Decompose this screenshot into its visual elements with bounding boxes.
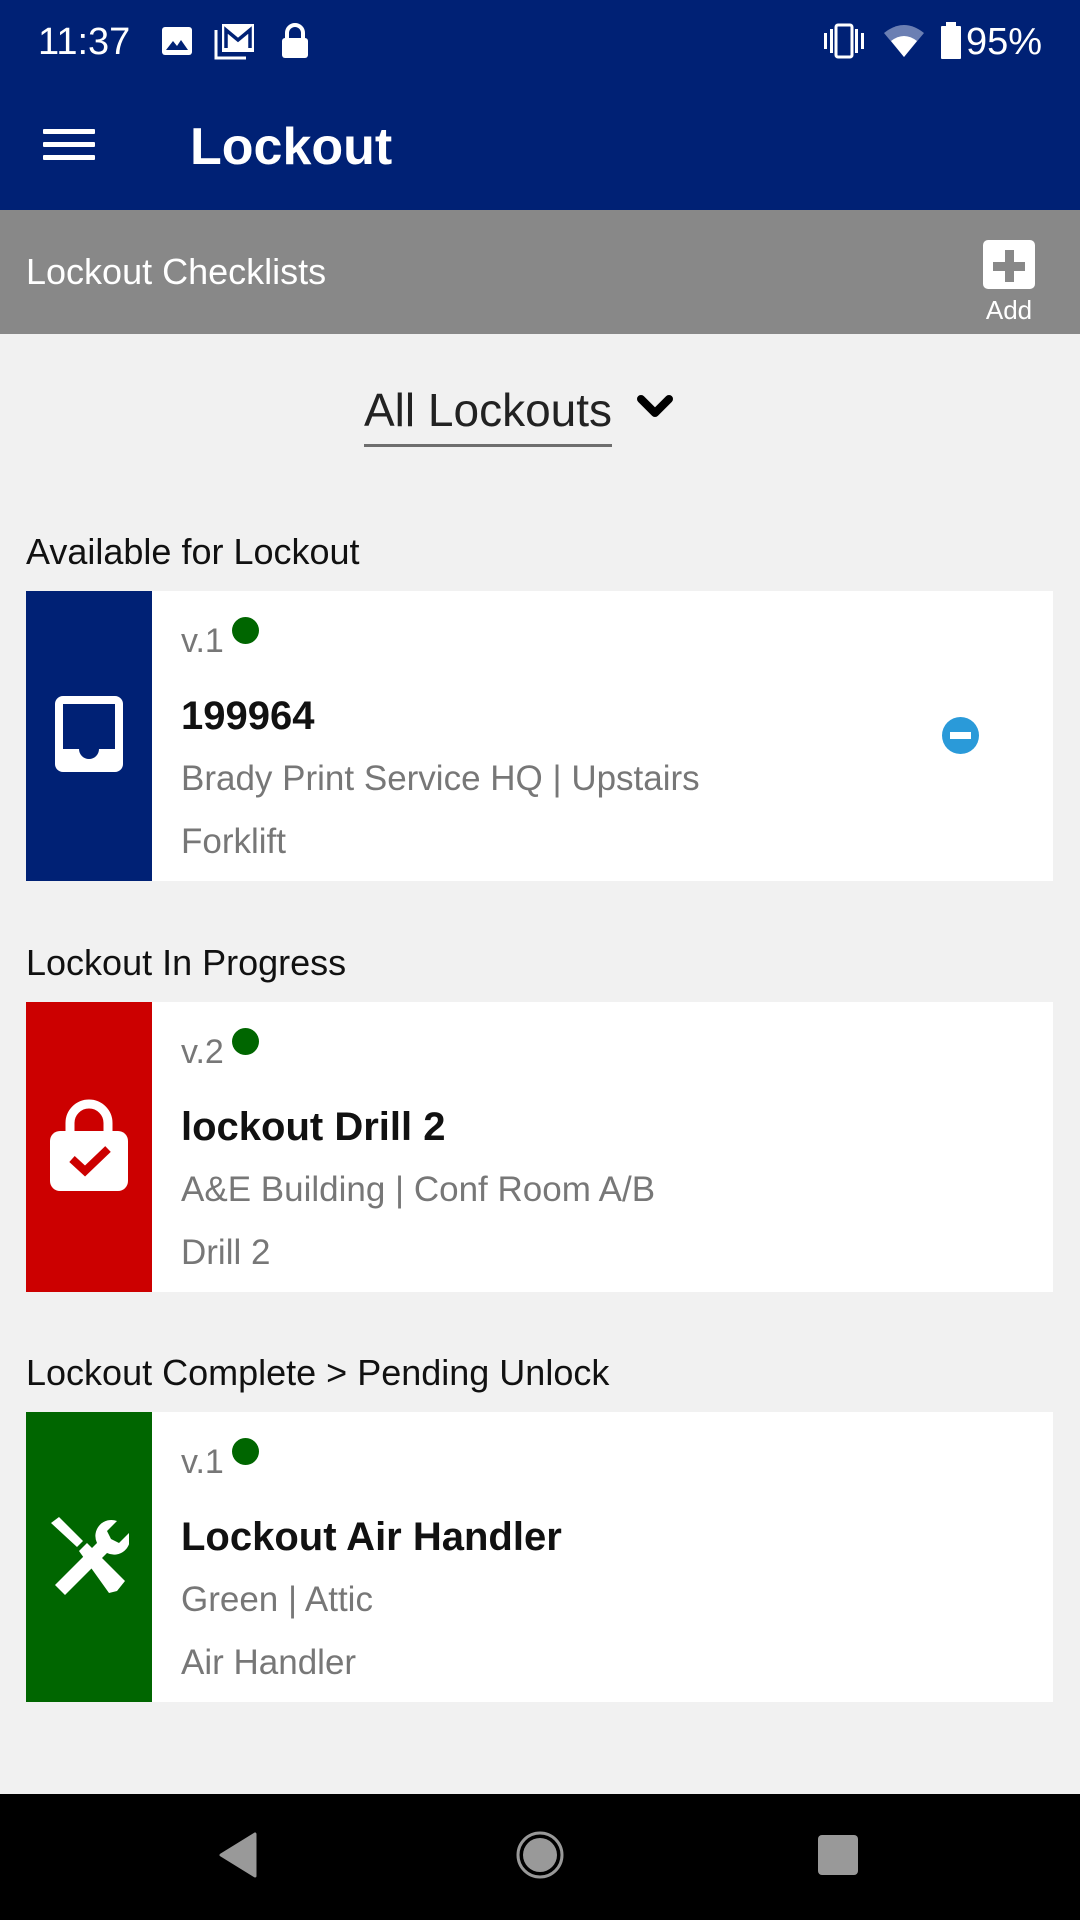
checklist-card[interactable]: v.2 lockout Drill 2 A&E Building | Conf … [26, 1002, 1053, 1292]
card-equipment: Forklift [181, 822, 286, 861]
card-body: v.1 Lockout Air Handler Green | Attic Ai… [181, 1412, 1053, 1702]
card-title: Lockout Air Handler [181, 1515, 562, 1559]
card-version: v.2 [181, 1033, 224, 1071]
chevron-down-icon [636, 394, 674, 425]
checklists-title: Lockout Checklists [26, 251, 327, 292]
tools-icon [49, 1515, 131, 1600]
section-label-available: Available for Lockout [26, 531, 360, 572]
hamburger-menu-icon [43, 125, 95, 170]
status-dot-icon [232, 1028, 259, 1055]
menu-button[interactable] [36, 114, 102, 180]
checklist-card[interactable]: v.1 199964 Brady Print Service HQ | Upst… [26, 591, 1053, 881]
status-bar: 11:37 95% [0, 0, 1080, 84]
image-icon [160, 16, 194, 66]
card-body: v.2 lockout Drill 2 A&E Building | Conf … [181, 1002, 1053, 1292]
plus-box-icon [983, 240, 1035, 289]
filter-selected-value: All Lockouts [364, 380, 613, 447]
card-title: lockout Drill 2 [181, 1105, 446, 1149]
remove-icon[interactable] [942, 717, 979, 754]
card-equipment: Drill 2 [181, 1233, 271, 1272]
card-body: v.1 199964 Brady Print Service HQ | Upst… [181, 591, 1053, 881]
home-button[interactable] [500, 1822, 580, 1892]
home-icon [515, 1830, 565, 1885]
card-status-block [26, 1002, 152, 1292]
card-status-block [26, 591, 152, 881]
lockout-filter-dropdown[interactable]: All Lockouts [364, 380, 674, 450]
app-title: Lockout [190, 118, 393, 176]
card-version: v.1 [181, 622, 224, 660]
back-button[interactable] [198, 1822, 278, 1892]
vibrate-icon [822, 16, 866, 66]
card-location: Green | Attic [181, 1580, 373, 1619]
section-label-complete: Lockout Complete > Pending Unlock [26, 1352, 610, 1393]
recents-icon [817, 1834, 859, 1881]
system-nav-bar [0, 1794, 1080, 1920]
status-dot-icon [232, 1438, 259, 1465]
status-dot-icon [232, 617, 259, 644]
card-status-block [26, 1412, 152, 1702]
back-icon [217, 1832, 259, 1883]
card-title: 199964 [181, 694, 315, 738]
battery-icon [940, 16, 962, 66]
app-bar: Lockout [0, 84, 1080, 210]
add-button[interactable]: Add [964, 226, 1054, 326]
inbox-tray-icon [53, 694, 125, 779]
card-equipment: Air Handler [181, 1643, 357, 1682]
battery-percent: 95% [965, 21, 1042, 63]
lock-check-icon [48, 1097, 130, 1198]
lock-icon [280, 16, 310, 66]
add-label: Add [985, 295, 1033, 325]
status-time: 11:37 [38, 21, 131, 63]
checklists-header: Lockout Checklists Add [0, 210, 1080, 334]
recents-button[interactable] [798, 1822, 878, 1892]
wifi-icon [882, 16, 926, 66]
card-location: A&E Building | Conf Room A/B [181, 1170, 656, 1209]
card-version: v.1 [181, 1443, 224, 1481]
card-location: Brady Print Service HQ | Upstairs [181, 759, 700, 798]
gmail-icon [214, 16, 256, 66]
checklist-card[interactable]: v.1 Lockout Air Handler Green | Attic Ai… [26, 1412, 1053, 1702]
section-label-in-progress: Lockout In Progress [26, 942, 347, 983]
